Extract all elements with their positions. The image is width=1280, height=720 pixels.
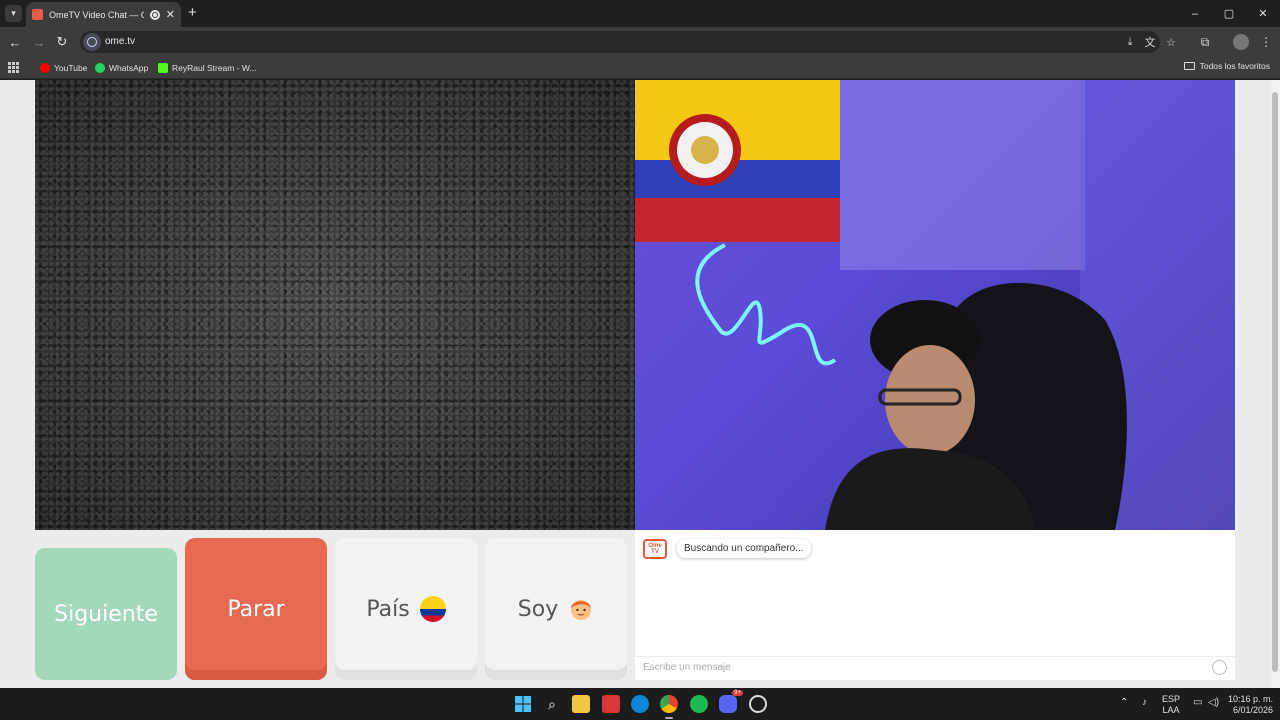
youtube-icon [40,63,50,73]
partner-video-static [35,80,635,530]
install-app-icon[interactable]: ⤓ [1123,35,1137,49]
lang-top: ESP [1162,694,1181,704]
bookmark-label: YouTube [54,63,88,73]
ometv-page: Siguiente Parar País Soy Ome TV Buscando… [0,80,1280,688]
maximize-button[interactable]: ▢ [1212,0,1246,27]
language-indicator[interactable]: ESP LAA [1162,695,1180,715]
profile-avatar[interactable] [1233,34,1249,50]
self-camera-video [635,80,1235,530]
window-controls: – ▢ ✕ [1178,0,1280,27]
clock[interactable]: 10:16 p. m. 6/01/2026 [1228,695,1273,715]
recording-indicator-icon [149,9,160,20]
camera-feed-scene [635,80,1235,530]
chrome-icon[interactable] [660,695,678,719]
discord-icon[interactable]: 9+ [719,690,743,713]
windows-start-icon[interactable] [514,695,532,713]
bookmark-kick[interactable]: ReyRaul Stream - W... [158,61,257,75]
volume-icon[interactable]: ◁) [1208,698,1219,708]
network-icon[interactable]: ▭ [1193,698,1202,708]
tray-overflow-icon[interactable]: ⌃ [1120,698,1128,708]
ometv-favicon-icon [32,9,43,20]
lang-bottom: LAA [1162,705,1180,715]
file-explorer-icon[interactable] [572,695,590,713]
site-info-icon[interactable] [83,33,101,51]
forward-arrow-icon[interactable]: → [30,33,48,51]
bookmark-youtube[interactable]: YouTube [40,61,87,75]
chat-panel: Ome TV Buscando un compañero... Escribe … [635,530,1235,680]
back-arrow-icon[interactable]: ← [6,33,24,51]
ometv-logo-icon: Ome TV [643,539,667,559]
emoji-icon[interactable] [1212,660,1227,675]
windows-taskbar: ⌕ 9+ ⌃ ♪ ESP LAA ▭ ◁) 10:16 p. m. 6/01/2… [0,688,1280,720]
edge-icon[interactable] [631,695,649,713]
anydesk-icon[interactable] [602,695,620,713]
search-icon[interactable]: ⌕ [543,695,561,713]
boy-emoji-icon [571,600,592,620]
stop-button[interactable]: Parar [185,538,327,680]
status-message: Buscando un compañero... [677,539,811,558]
tab-close-icon[interactable]: ✕ [166,8,175,21]
bookmarks-bar: YouTube WhatsApp ReyRaul Stream - W... T… [0,57,1280,79]
extensions-icon[interactable]: ⧉ [1197,34,1213,50]
whatsapp-icon [95,63,105,73]
tab-strip: ▾ OmeTV Video Chat — Ome ✕ + – ▢ ✕ [0,0,1280,27]
reload-icon[interactable]: ↻ [53,33,71,51]
bookmark-star-icon[interactable]: ☆ [1164,35,1178,49]
spotify-icon[interactable] [690,695,708,713]
address-bar[interactable]: ome.tv ⤓ 文 ☆ [80,31,1176,53]
folder-icon [1183,62,1195,70]
discord-badge: 9+ [732,690,743,696]
minimize-button[interactable]: – [1178,0,1212,27]
next-button[interactable]: Siguiente [35,548,177,680]
gender-selector-button[interactable]: Soy [485,538,627,680]
bookmark-whatsapp[interactable]: WhatsApp [95,61,148,75]
kick-icon [158,63,168,73]
country-label: País [366,596,410,622]
scroll-thumb[interactable] [1272,92,1278,672]
browser-toolbar: ← → ↻ ome.tv ⤓ 文 ☆ ⧉ ⋮ [0,27,1280,57]
obs-icon[interactable] [749,695,767,713]
page-scrollbar[interactable] [1270,80,1280,688]
new-tab-button[interactable]: + [188,5,197,21]
menu-kebab-icon[interactable]: ⋮ [1258,34,1274,50]
all-bookmarks-label: Todos los favoritos [1199,61,1270,71]
apps-grid-icon[interactable] [8,62,19,73]
tab-search-button[interactable]: ▾ [5,5,22,22]
gender-label: Soy [517,596,559,622]
message-placeholder: Escribe un mensaje [643,662,731,673]
browser-tab[interactable]: OmeTV Video Chat — Ome ✕ [26,2,181,27]
all-bookmarks[interactable]: Todos los favoritos [1183,61,1270,71]
tab-title: OmeTV Video Chat — Ome [49,9,144,20]
close-window-button[interactable]: ✕ [1246,0,1280,27]
url-text[interactable]: ome.tv [105,36,135,47]
colombia-flag-icon [419,596,446,622]
bookmark-label: ReyRaul Stream - W... [172,63,257,73]
country-selector-button[interactable]: País [335,538,477,680]
clock-date: 6/01/2026 [1232,705,1274,715]
message-input[interactable]: Escribe un mensaje [635,656,1235,678]
clock-time: 10:16 p. m. [1228,694,1274,704]
translate-icon[interactable]: 文 [1143,35,1157,49]
microphone-icon[interactable]: ♪ [1142,698,1147,708]
bookmark-label: WhatsApp [109,63,149,73]
